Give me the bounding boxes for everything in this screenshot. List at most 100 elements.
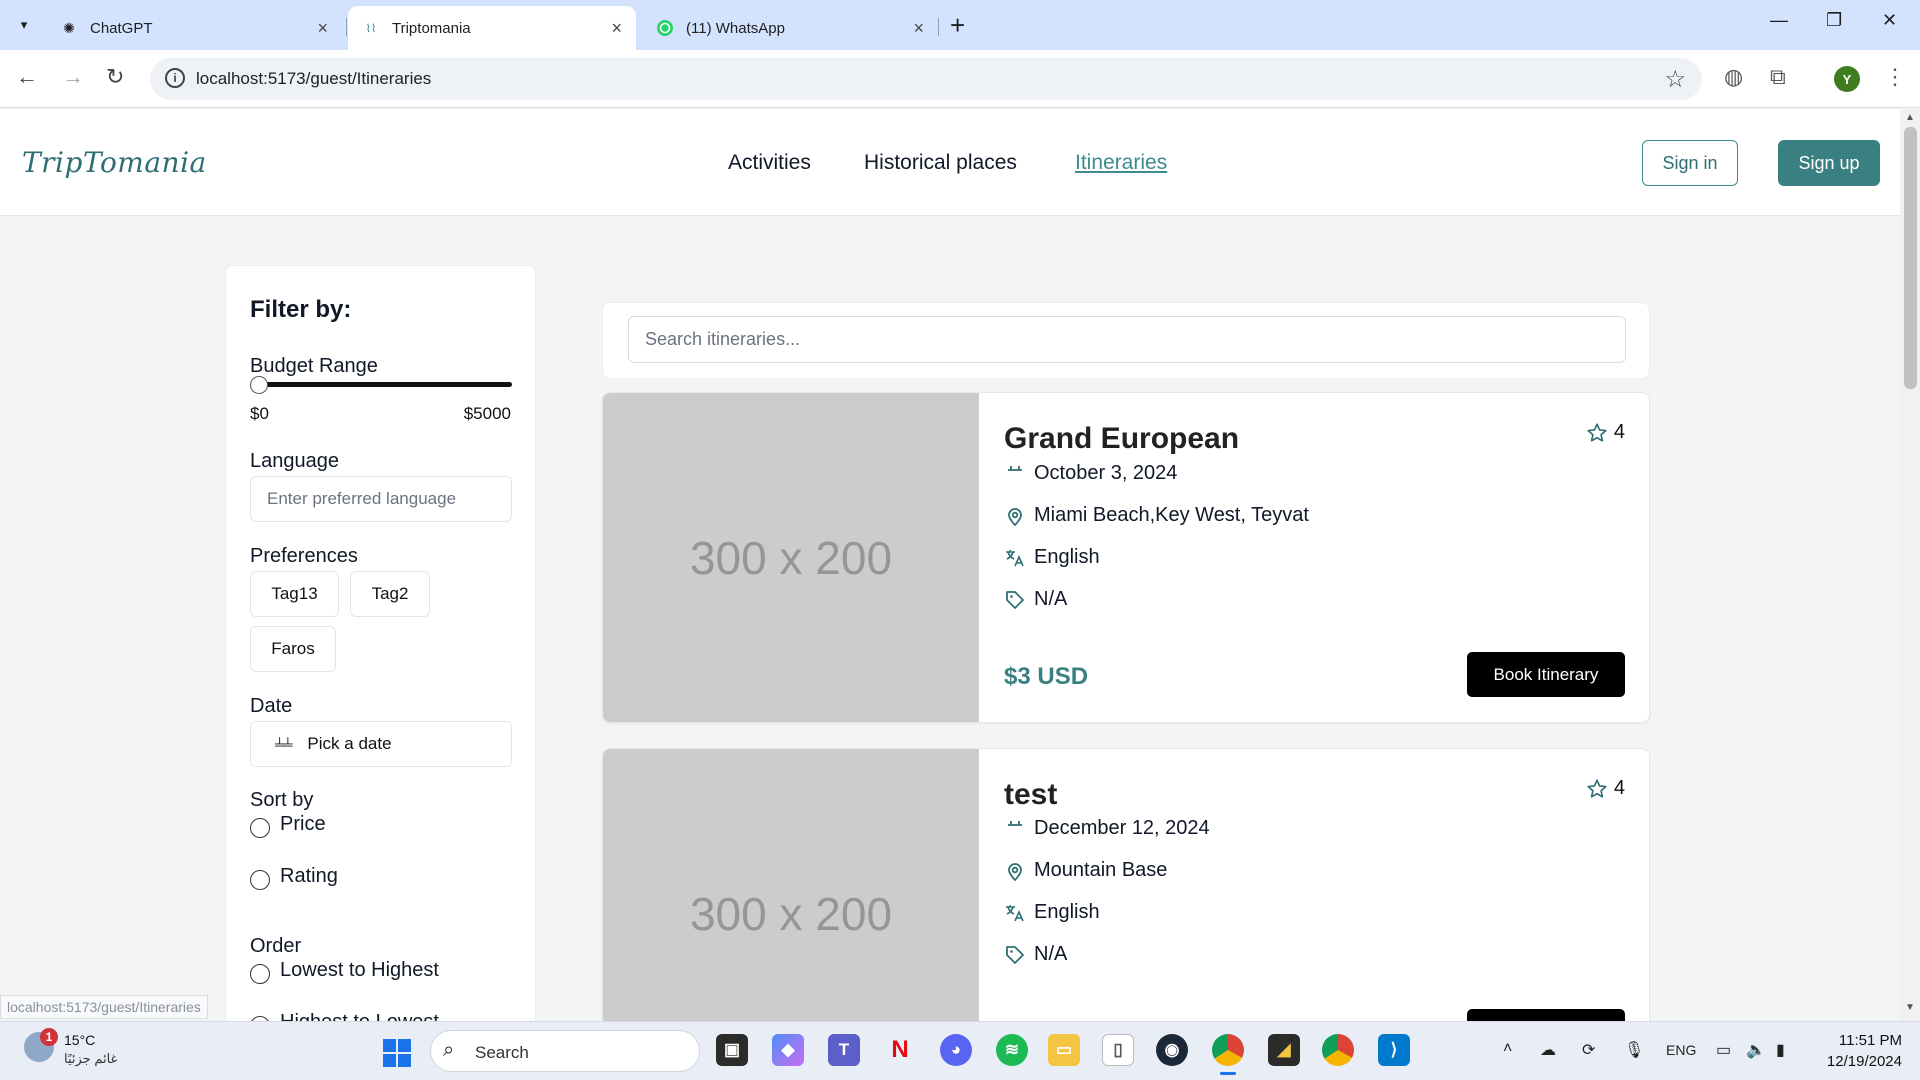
more-menu-icon[interactable]: ⋮ [1884, 64, 1906, 90]
reload-icon[interactable]: ↻ [106, 64, 124, 90]
tab-chatgpt[interactable]: ✺ ChatGPT × [46, 6, 342, 50]
tab-search-button[interactable]: ▾ [10, 11, 38, 39]
site-info-icon[interactable]: i [165, 68, 185, 88]
filter-title: Filter by: [250, 296, 352, 323]
teams-icon[interactable]: T [828, 1034, 860, 1066]
notification-badge: 1 [40, 1028, 58, 1046]
calendar-icon [1008, 820, 1022, 826]
itinerary-title: test [1004, 778, 1058, 811]
clock-date[interactable]: 12/19/2024 [1812, 1053, 1902, 1070]
microphone-icon[interactable]: 🎙 [1624, 1040, 1644, 1060]
preference-tag[interactable]: Tag2 [350, 571, 430, 617]
volume-icon[interactable]: 🔈 [1746, 1040, 1766, 1060]
nav-activities[interactable]: Activities [728, 151, 811, 175]
rating: 4 [1586, 777, 1625, 800]
spotify-icon[interactable]: ≋ [996, 1034, 1028, 1066]
language-input[interactable]: Enter preferred language [250, 476, 512, 522]
restore-button[interactable]: ❐ [1826, 10, 1842, 31]
budget-slider-track[interactable] [254, 382, 512, 387]
site-logo[interactable]: TripTomania [22, 146, 207, 179]
forward-arrow-icon[interactable]: → [62, 64, 84, 90]
site-header: TripTomania Activities Historical places… [0, 109, 1900, 216]
windows-start-icon[interactable] [383, 1039, 411, 1067]
tab-triptomania[interactable]: ⌇⌇ Triptomania × [348, 6, 636, 50]
battery-icon[interactable]: ▮ [1776, 1040, 1785, 1060]
order-lowest-radio[interactable]: Lowest to Highest [250, 959, 439, 984]
network-icon[interactable]: ▭ [1716, 1040, 1731, 1060]
preference-tag[interactable]: Faros [250, 626, 336, 672]
vscode-icon[interactable]: ⟩ [1378, 1034, 1410, 1066]
radio-button[interactable] [250, 964, 270, 984]
sign-in-button[interactable]: Sign in [1642, 140, 1738, 186]
book-itinerary-button[interactable]: Book Itinerary [1467, 652, 1625, 697]
close-icon[interactable]: × [317, 18, 328, 39]
weather-description[interactable]: غائم جزئيًا [64, 1051, 117, 1067]
itinerary-tags: N/A [1004, 943, 1067, 966]
scrollbar-thumb[interactable] [1904, 127, 1917, 389]
radio-button[interactable] [250, 818, 270, 838]
nav-historical-places[interactable]: Historical places [864, 151, 1017, 175]
star-icon [1587, 422, 1607, 442]
back-arrow-icon[interactable]: ← [16, 64, 38, 90]
sign-up-button[interactable]: Sign up [1778, 140, 1880, 186]
calendar-icon [1008, 465, 1022, 471]
itinerary-locations: Mountain Base [1004, 859, 1167, 882]
onedrive-icon[interactable]: ☁ [1540, 1040, 1556, 1060]
scroll-up-arrow-icon[interactable]: ▲ [1905, 112, 1915, 123]
scroll-down-arrow-icon[interactable]: ▼ [1905, 1002, 1915, 1013]
file-explorer-icon[interactable]: ▭ [1048, 1034, 1080, 1066]
tags-text: N/A [1034, 588, 1068, 610]
chatgpt-icon: ✺ [63, 19, 75, 36]
profile-avatar[interactable]: Y [1834, 66, 1860, 92]
new-tab-button[interactable]: + [950, 10, 965, 41]
nav-itineraries[interactable]: Itineraries [1075, 151, 1167, 175]
copilot-icon[interactable]: ◆ [772, 1034, 804, 1066]
translate-icon [1006, 904, 1024, 921]
notepad-icon[interactable]: ▯ [1102, 1034, 1134, 1066]
steam-icon[interactable]: ◉ [1156, 1034, 1188, 1066]
clock-time[interactable]: 11:51 PM [1832, 1032, 1902, 1049]
preference-tag[interactable]: Tag13 [250, 571, 339, 617]
rating-value: 4 [1613, 421, 1625, 443]
weather-temperature[interactable]: 15°C [64, 1032, 95, 1048]
tab-whatsapp[interactable]: (11) WhatsApp × [642, 6, 938, 50]
taskbar-search-label: Search [475, 1043, 529, 1062]
page-scrollbar[interactable]: ▲ ▼ [1900, 109, 1920, 1021]
sort-price-radio[interactable]: Price [250, 813, 326, 838]
translate-icon[interactable]: ◍ [1724, 64, 1743, 90]
minimize-button[interactable]: — [1770, 10, 1788, 31]
filter-panel: Filter by: Budget Range $0 $5000 Languag… [225, 265, 536, 1025]
rating-value: 4 [1613, 777, 1625, 799]
close-icon[interactable]: × [611, 18, 622, 39]
netflix-icon[interactable]: N [884, 1034, 916, 1066]
input-language[interactable]: ENG [1666, 1042, 1696, 1058]
chrome-profile-icon[interactable] [1322, 1034, 1354, 1066]
taskbar-search[interactable]: ⌕ Search [430, 1030, 700, 1072]
close-icon[interactable]: × [913, 18, 924, 39]
app-icon[interactable]: ◢ [1268, 1034, 1300, 1066]
url-text[interactable]: localhost:5173/guest/Itineraries [196, 69, 431, 89]
triptomania-icon: ⌇⌇ [365, 22, 377, 35]
sync-icon[interactable]: ⟳ [1582, 1040, 1595, 1060]
close-window-button[interactable]: ✕ [1882, 10, 1897, 31]
radio-label: Lowest to Highest [280, 959, 439, 981]
rating: 4 [1586, 421, 1625, 444]
language-text: English [1034, 901, 1100, 923]
radio-button[interactable] [250, 870, 270, 890]
show-hidden-icons-chevron-icon[interactable]: ˄ [1503, 1040, 1512, 1058]
extensions-icon[interactable]: ⧉ [1770, 64, 1786, 90]
chrome-icon[interactable] [1212, 1034, 1244, 1075]
itinerary-date: December 12, 2024 [1004, 817, 1210, 840]
address-bar[interactable]: i localhost:5173/guest/Itineraries ☆ [150, 58, 1702, 100]
sort-rating-radio[interactable]: Rating [250, 865, 338, 890]
search-card: Search itineraries... [602, 302, 1650, 379]
star-icon [1587, 778, 1607, 798]
budget-slider-thumb[interactable] [250, 376, 268, 394]
discord-icon[interactable]: ◕ [940, 1034, 972, 1066]
task-view-icon[interactable]: ▣ [716, 1034, 748, 1066]
date-picker-button[interactable]: ╧╧ Pick a date [250, 721, 512, 767]
bookmark-star-icon[interactable]: ☆ [1664, 65, 1686, 94]
search-input[interactable]: Search itineraries... [628, 316, 1626, 363]
date-label: Date [250, 695, 293, 717]
browser-tab-strip: ▾ ✺ ChatGPT × ⌇⌇ Triptomania × (11) What… [0, 0, 1920, 50]
